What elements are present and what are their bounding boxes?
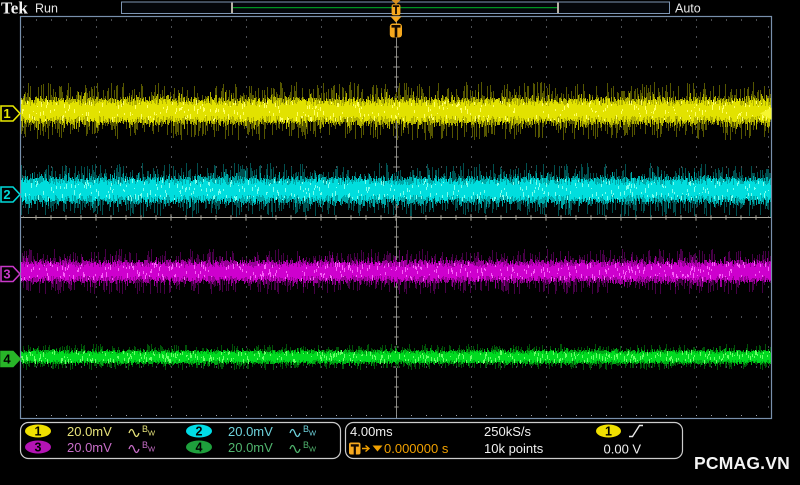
svg-text:Run: Run bbox=[35, 2, 58, 16]
svg-text:1: 1 bbox=[3, 106, 10, 121]
svg-text:3: 3 bbox=[35, 441, 42, 455]
svg-text:20.0mV: 20.0mV bbox=[67, 440, 112, 455]
svg-text:4: 4 bbox=[196, 441, 203, 455]
svg-text:10k points: 10k points bbox=[484, 441, 544, 456]
svg-text:0.00 V: 0.00 V bbox=[604, 442, 642, 457]
svg-text:20.0mV: 20.0mV bbox=[67, 424, 112, 439]
svg-text:W: W bbox=[148, 429, 156, 438]
svg-text:PCMAG.VN: PCMAG.VN bbox=[694, 453, 790, 473]
svg-text:W: W bbox=[148, 445, 156, 454]
svg-text:20.0mV: 20.0mV bbox=[228, 440, 273, 455]
svg-text:W: W bbox=[309, 429, 317, 438]
svg-text:3: 3 bbox=[3, 267, 10, 282]
svg-text:250kS/s: 250kS/s bbox=[484, 424, 531, 439]
svg-text:4.00ms: 4.00ms bbox=[350, 424, 393, 439]
svg-text:4: 4 bbox=[3, 352, 11, 367]
svg-text:1: 1 bbox=[605, 425, 612, 439]
svg-text:Auto: Auto bbox=[675, 2, 701, 16]
svg-text:2: 2 bbox=[196, 425, 203, 439]
svg-text:1: 1 bbox=[35, 425, 42, 439]
svg-text:20.0mV: 20.0mV bbox=[228, 424, 273, 439]
svg-text:2: 2 bbox=[3, 187, 10, 202]
svg-text:Tek: Tek bbox=[1, 0, 28, 18]
svg-text:0.000000 s: 0.000000 s bbox=[384, 441, 449, 456]
svg-text:W: W bbox=[309, 445, 317, 454]
